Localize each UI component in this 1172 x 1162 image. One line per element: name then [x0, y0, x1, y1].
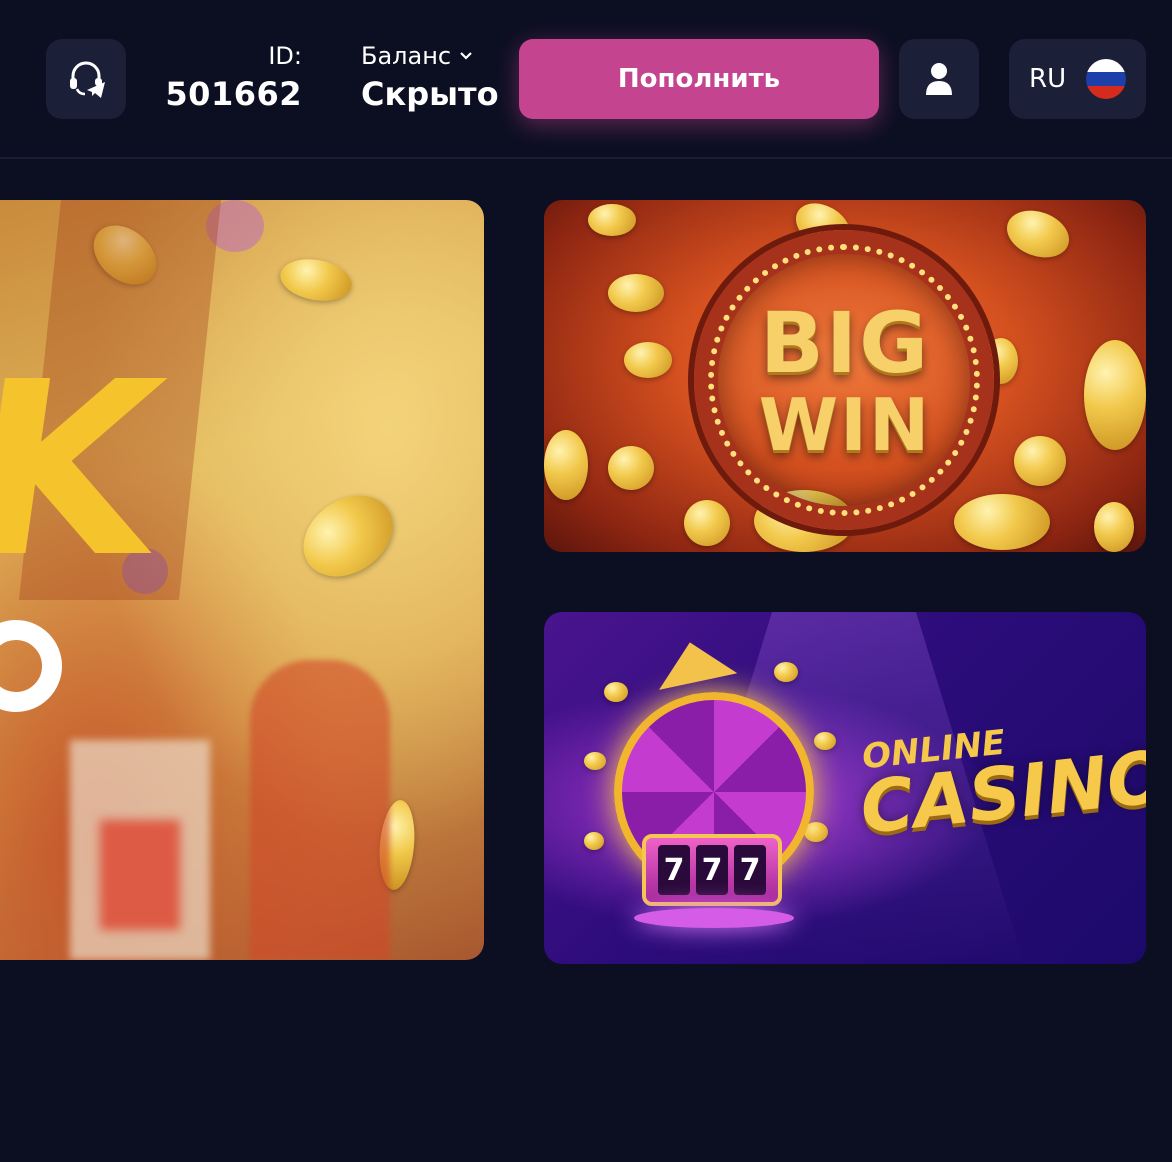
- id-label: ID:: [268, 42, 302, 70]
- support-button[interactable]: [46, 39, 126, 119]
- balance-value: Скрыто: [361, 75, 499, 113]
- slot-pedestal: [634, 908, 794, 928]
- coin-decoration: [584, 832, 604, 850]
- language-selector[interactable]: RU: [1009, 39, 1146, 119]
- coin-decoration: [1000, 202, 1076, 266]
- promo-banner-left[interactable]: K: [0, 200, 484, 960]
- coin-decoration: [588, 204, 636, 236]
- headset-telegram-icon: [70, 61, 105, 98]
- coin-decoration: [277, 254, 355, 306]
- reel-2: 7: [696, 845, 728, 895]
- coin-decoration: [774, 662, 798, 682]
- russia-flag-icon: [1086, 59, 1127, 99]
- bigwin-line1: BIG: [759, 294, 931, 392]
- banner-shape: [250, 660, 390, 960]
- chevron-down-icon: [460, 52, 472, 60]
- slot-blur-seven: [100, 820, 180, 930]
- coin-decoration: [288, 478, 408, 594]
- coin-decoration: [1094, 502, 1134, 552]
- reel-1: 7: [658, 845, 690, 895]
- crown-decoration: [650, 634, 738, 690]
- slot-machine: 7 7 7: [642, 834, 782, 906]
- user-id-block: ID: 501662: [150, 40, 302, 116]
- coin-decoration: [954, 494, 1050, 550]
- deposit-button[interactable]: Пополнить: [519, 39, 879, 119]
- promo-banner-bigwin[interactable]: BIG WIN: [544, 200, 1146, 552]
- profile-button[interactable]: [899, 39, 979, 119]
- balance-dropdown[interactable]: Баланс Скрыто: [361, 40, 499, 116]
- reel-3: 7: [734, 845, 766, 895]
- user-icon: [926, 63, 952, 95]
- coin-decoration: [604, 682, 628, 702]
- top-header: ID: 501662 Баланс Скрыто Пополнить RU: [0, 0, 1172, 159]
- id-value: 501662: [165, 75, 302, 113]
- language-code: RU: [1029, 64, 1067, 94]
- balance-label-row: Баланс: [361, 40, 499, 72]
- coin-decoration: [584, 752, 606, 770]
- balance-label: Баланс: [361, 42, 452, 70]
- promo-banner-online-casino[interactable]: 7 7 7 ONLINE CASINO: [544, 612, 1146, 964]
- coin-decoration: [684, 500, 730, 546]
- bigwin-line2: WIN: [758, 383, 932, 467]
- banner-letter-o: [0, 620, 62, 712]
- coin-decoration: [814, 732, 836, 750]
